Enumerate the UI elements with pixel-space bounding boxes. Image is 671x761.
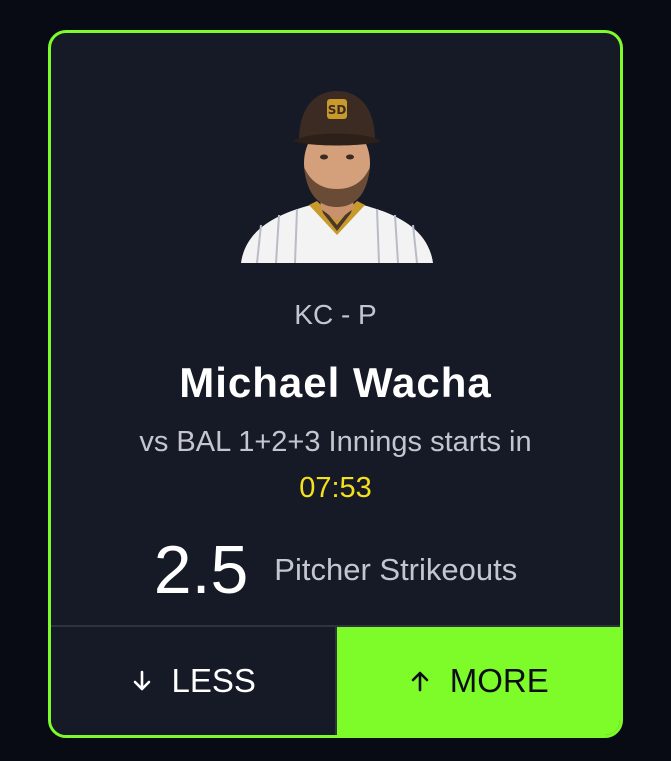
pick-buttons: LESS MORE xyxy=(51,625,620,735)
less-button-label: LESS xyxy=(171,662,256,699)
more-button-label: MORE xyxy=(449,662,549,699)
matchup-text: vs BAL 1+2+3 Innings starts in xyxy=(139,426,532,458)
player-headshot: SD xyxy=(241,91,433,263)
more-button[interactable]: MORE xyxy=(336,627,620,735)
padres-sd-logo-icon: SD xyxy=(327,99,347,119)
projection-line-value: 2.5 xyxy=(153,532,249,608)
arrow-up-icon xyxy=(411,671,429,692)
team-position-label: KC - P xyxy=(294,299,377,330)
player-name: Michael Wacha xyxy=(179,359,492,406)
less-button[interactable]: LESS xyxy=(51,627,337,735)
projection-line-row: 2.5 Pitcher Strikeouts xyxy=(51,531,620,609)
projection-card: SD KC - P Michael Wacha vs BAL 1+2+3 Inn… xyxy=(48,30,623,738)
svg-text:SD: SD xyxy=(328,103,347,117)
start-countdown: 07:53 xyxy=(299,472,372,504)
arrow-down-icon xyxy=(133,670,150,691)
projection-stat-name: Pitcher Strikeouts xyxy=(274,552,518,587)
